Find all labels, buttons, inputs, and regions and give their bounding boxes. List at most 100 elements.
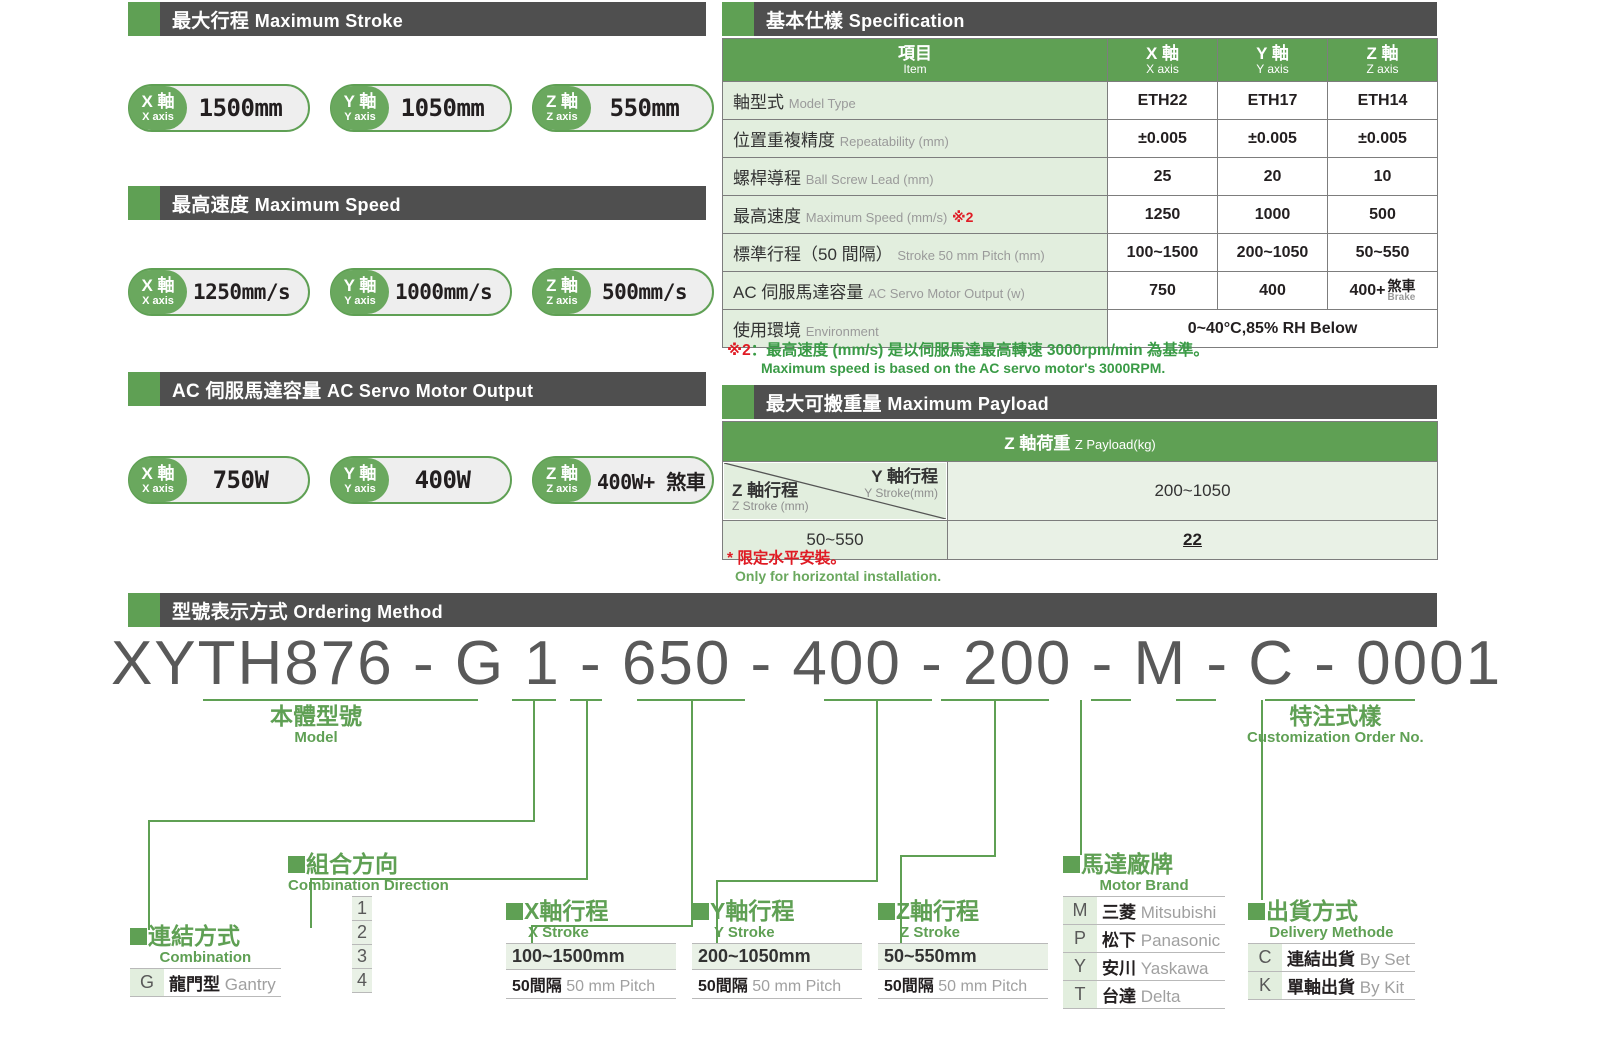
y-range-value: 200~1050 — [946, 461, 1439, 521]
table-row: 螺桿導程 Ball Screw Lead (mm) 25 20 10 — [722, 157, 1438, 197]
cell-z: ETH14 — [1327, 81, 1438, 121]
badge-speed-y: Y 軸 Y axis 1000mm/s — [330, 268, 512, 316]
list-item[interactable]: 4 — [352, 968, 373, 993]
stroke-pitch: 50間隔 50 mm Pitch — [506, 969, 676, 999]
list-item[interactable]: 50間隔 50 mm Pitch — [878, 969, 1048, 999]
list-item[interactable]: 50間隔 50 mm Pitch — [692, 969, 862, 999]
legend-subtitle: Combination Direction — [288, 877, 449, 894]
option-key: T — [1063, 980, 1097, 1009]
badge-stroke-z: Z 軸 Z axis 550mm — [532, 84, 714, 132]
section-swatch — [128, 186, 160, 220]
list-item[interactable]: 50~550mm — [878, 943, 1048, 970]
option-key: 2 — [352, 920, 373, 945]
badge-value: 550mm — [609, 94, 680, 122]
connector-y-stroke-v1 — [876, 700, 878, 882]
axis-label-y: Y 軸 Y axis — [331, 458, 389, 502]
list-item[interactable]: K 單軸出貨 By Kit — [1248, 971, 1415, 1000]
legend-subtitle: Delivery Methode — [1269, 924, 1394, 941]
option-key: M — [1063, 896, 1097, 925]
underline-model — [203, 699, 478, 701]
bullet-square-icon — [1063, 856, 1080, 873]
footnote-horizontal-install: * 限定水平安裝。 Only for horizontal installati… — [727, 550, 942, 585]
list-item[interactable]: C 連結出貨 By Set — [1248, 943, 1415, 972]
section-title-cn: AC 伺服馬達容量 — [172, 380, 322, 402]
legend-subtitle: Combination — [159, 949, 252, 966]
legend-title: X軸行程 — [506, 900, 676, 923]
axis-label-z: Z 軸 Z axis — [533, 86, 591, 130]
list-item[interactable]: 1 — [352, 896, 373, 921]
list-item[interactable]: 200~1050mm — [692, 943, 862, 970]
cell-x: ETH22 — [1107, 81, 1218, 121]
footnote-marker: ※2 — [727, 342, 751, 359]
cell-y: 20 — [1217, 157, 1328, 197]
option-key: Y — [1063, 952, 1097, 981]
row-label: 軸型式 Model Type — [722, 81, 1108, 121]
badge-value: 500mm/s — [601, 280, 688, 304]
list-item[interactable]: 50間隔 50 mm Pitch — [506, 969, 676, 999]
badge-value: 1050mm — [400, 94, 485, 122]
legend-combination: 連結方式 Combination G 龍門型 Gantry — [130, 925, 281, 997]
list-item[interactable]: Y 安川 Yaskawa — [1063, 952, 1226, 981]
section-title-cn: 基本仕樣 — [766, 10, 844, 32]
legend-motor-brand: 馬達廠牌 Motor Brand M 三菱 Mitsubishi P 松下 Pa… — [1063, 853, 1226, 1009]
section-title-specification: 基本仕樣 Specification — [754, 6, 965, 33]
stroke-range: 100~1500mm — [506, 943, 676, 970]
list-item[interactable]: 3 — [352, 944, 373, 969]
legend-x-stroke: X軸行程 X Stroke 100~1500mm 50間隔 50 mm Pitc… — [506, 900, 676, 999]
badge-value: 750W — [212, 466, 269, 494]
list-item[interactable]: P 松下 Panasonic — [1063, 924, 1226, 953]
legend-delivery-method: 出貨方式 Delivery Methode C 連結出貨 By Set K 單軸… — [1248, 900, 1415, 1000]
stroke-range: 200~1050mm — [692, 943, 862, 970]
section-swatch — [128, 2, 160, 36]
option-value: 三菱 Mitsubishi — [1097, 896, 1226, 925]
section-title-ordering: 型號表示方式 Ordering Method — [160, 597, 443, 624]
section-header-motor-output: AC 伺服馬達容量 AC Servo Motor Output — [128, 372, 706, 406]
option-value: 台達 Delta — [1097, 980, 1226, 1009]
legend-subtitle: Model — [294, 729, 338, 746]
row-label: 最高速度 Maximum Speed (mm/s) ※2 — [722, 195, 1108, 235]
badge-row-motor-output: X 軸 X axis 750W Y 軸 Y axis 400W Z 軸 Z ax… — [128, 456, 714, 504]
brake-note: 煞車 Brake — [1387, 277, 1416, 303]
legend-customization: 特注式樣 Customization Order No. — [1247, 703, 1424, 747]
option-value: 龍門型 Gantry — [164, 968, 281, 997]
legend-table: 200~1050mm 50間隔 50 mm Pitch — [692, 943, 862, 999]
section-header-max-payload: 最大可搬重量 Maximum Payload — [722, 385, 1437, 419]
badge-stroke-x: X 軸 X axis 1500mm — [128, 84, 310, 132]
row-label: 位置重複精度 Repeatability (mm) — [722, 119, 1108, 159]
list-item[interactable]: G 龍門型 Gantry — [130, 968, 281, 997]
legend-table: 100~1500mm 50間隔 50 mm Pitch — [506, 943, 676, 999]
stroke-pitch: 50間隔 50 mm Pitch — [692, 969, 862, 999]
option-key: K — [1248, 971, 1282, 1000]
list-item[interactable]: 2 — [352, 920, 373, 945]
diagonal-header-cell: Z 軸行程 Z Stroke (mm) Y 軸行程 Y Stroke(mm) — [722, 461, 948, 521]
section-swatch — [722, 2, 754, 36]
bullet-square-icon — [1248, 903, 1265, 920]
badge-speed-x: X 軸 X axis 1250mm/s — [128, 268, 310, 316]
section-title-cn: 最大行程 — [172, 10, 250, 32]
option-key: 4 — [352, 968, 373, 993]
section-title-cn: 最大可搬重量 — [766, 393, 882, 415]
legend-title: 特注式樣 — [1289, 703, 1382, 729]
connector-combination — [148, 820, 534, 822]
legend-combination-direction: 組合方向 Combination Direction 1 2 3 4 — [288, 853, 449, 993]
underline-delivery — [1176, 699, 1216, 701]
section-title-en: Maximum Stroke — [254, 10, 404, 31]
legend-title: 出貨方式 — [1248, 900, 1415, 923]
section-title-en: Ordering Method — [293, 601, 443, 622]
section-title-en: Maximum Payload — [887, 393, 1049, 414]
legend-title: 組合方向 — [288, 853, 449, 876]
header-item: 項目 Item — [722, 37, 1108, 83]
specification-table: 項目 Item X 軸 X axis Y 軸 Y axis Z 軸 Z axis… — [722, 37, 1438, 349]
payload-header-row: Z 軸荷重 Z Payload(kg) — [721, 421, 1439, 462]
section-swatch — [128, 372, 160, 406]
list-item[interactable]: 100~1500mm — [506, 943, 676, 970]
list-item[interactable]: T 台達 Delta — [1063, 980, 1226, 1009]
cell-x: 25 — [1107, 157, 1218, 197]
list-item[interactable]: M 三菱 Mitsubishi — [1063, 896, 1226, 925]
payload-header: Z 軸荷重 Z Payload(kg) — [721, 421, 1439, 462]
axis-label-z: Z 軸 Z axis — [533, 458, 591, 502]
cell-x: 100~1500 — [1107, 233, 1218, 273]
connector-z-stroke — [900, 855, 996, 857]
legend-table: M 三菱 Mitsubishi P 松下 Panasonic Y 安川 Yask… — [1063, 896, 1226, 1009]
header-x-axis: X 軸 X axis — [1107, 37, 1218, 83]
